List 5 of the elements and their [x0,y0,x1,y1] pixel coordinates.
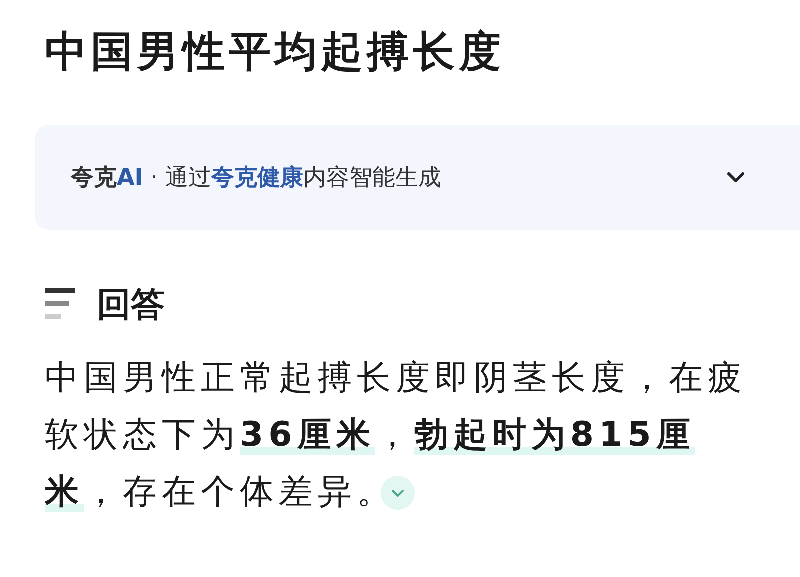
list-icon [45,288,75,322]
expand-button[interactable] [381,476,415,510]
page-title: 中国男性平均起搏长度 [45,26,506,78]
source-note: 夸克AI · 通过夸克健康内容智能生成 [71,164,442,193]
section-heading: 回答 [97,284,165,327]
